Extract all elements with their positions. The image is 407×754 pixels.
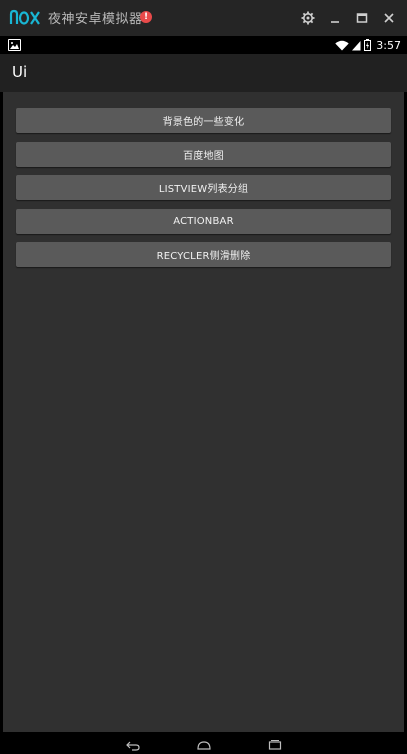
minimize-icon[interactable] bbox=[326, 9, 344, 27]
navigation-bar bbox=[0, 736, 407, 754]
nox-logo-icon bbox=[9, 9, 40, 25]
recycler-swipe-delete-button[interactable]: RECYCLER侧滑删除 bbox=[16, 242, 391, 267]
gear-icon[interactable] bbox=[299, 9, 317, 27]
main-content: 背景色的一些变化 百度地图 LISTVIEW列表分组 ACTIONBAR REC… bbox=[3, 92, 404, 732]
recents-icon[interactable] bbox=[268, 739, 282, 751]
home-icon[interactable] bbox=[197, 739, 211, 751]
status-time: 3:57 bbox=[376, 38, 401, 52]
wifi-icon bbox=[335, 40, 349, 50]
maximize-icon[interactable] bbox=[353, 9, 371, 27]
image-icon bbox=[8, 39, 21, 51]
app-bar-title: Ui bbox=[12, 63, 28, 81]
signal-icon bbox=[352, 40, 361, 50]
baidu-map-button[interactable]: 百度地图 bbox=[16, 142, 391, 167]
emulator-title: 夜神安卓模拟器 bbox=[48, 12, 143, 27]
back-icon[interactable] bbox=[126, 739, 140, 751]
close-icon[interactable] bbox=[380, 9, 398, 27]
alert-badge-icon[interactable]: ! bbox=[140, 11, 152, 23]
actionbar-button[interactable]: ACTIONBAR bbox=[16, 209, 391, 234]
battery-icon bbox=[364, 39, 372, 51]
background-color-changes-button[interactable]: 背景色的一些变化 bbox=[16, 108, 391, 133]
app-bar: Ui bbox=[0, 54, 407, 92]
status-icons: 3:57 bbox=[335, 38, 401, 52]
emulator-titlebar: 夜神安卓模拟器 ! bbox=[0, 0, 407, 36]
listview-grouping-button[interactable]: LISTVIEW列表分组 bbox=[16, 175, 391, 200]
status-bar: 3:57 bbox=[0, 36, 407, 54]
android-screen: 3:57 Ui 背景色的一些变化 百度地图 LISTVIEW列表分组 ACTIO… bbox=[0, 36, 407, 754]
